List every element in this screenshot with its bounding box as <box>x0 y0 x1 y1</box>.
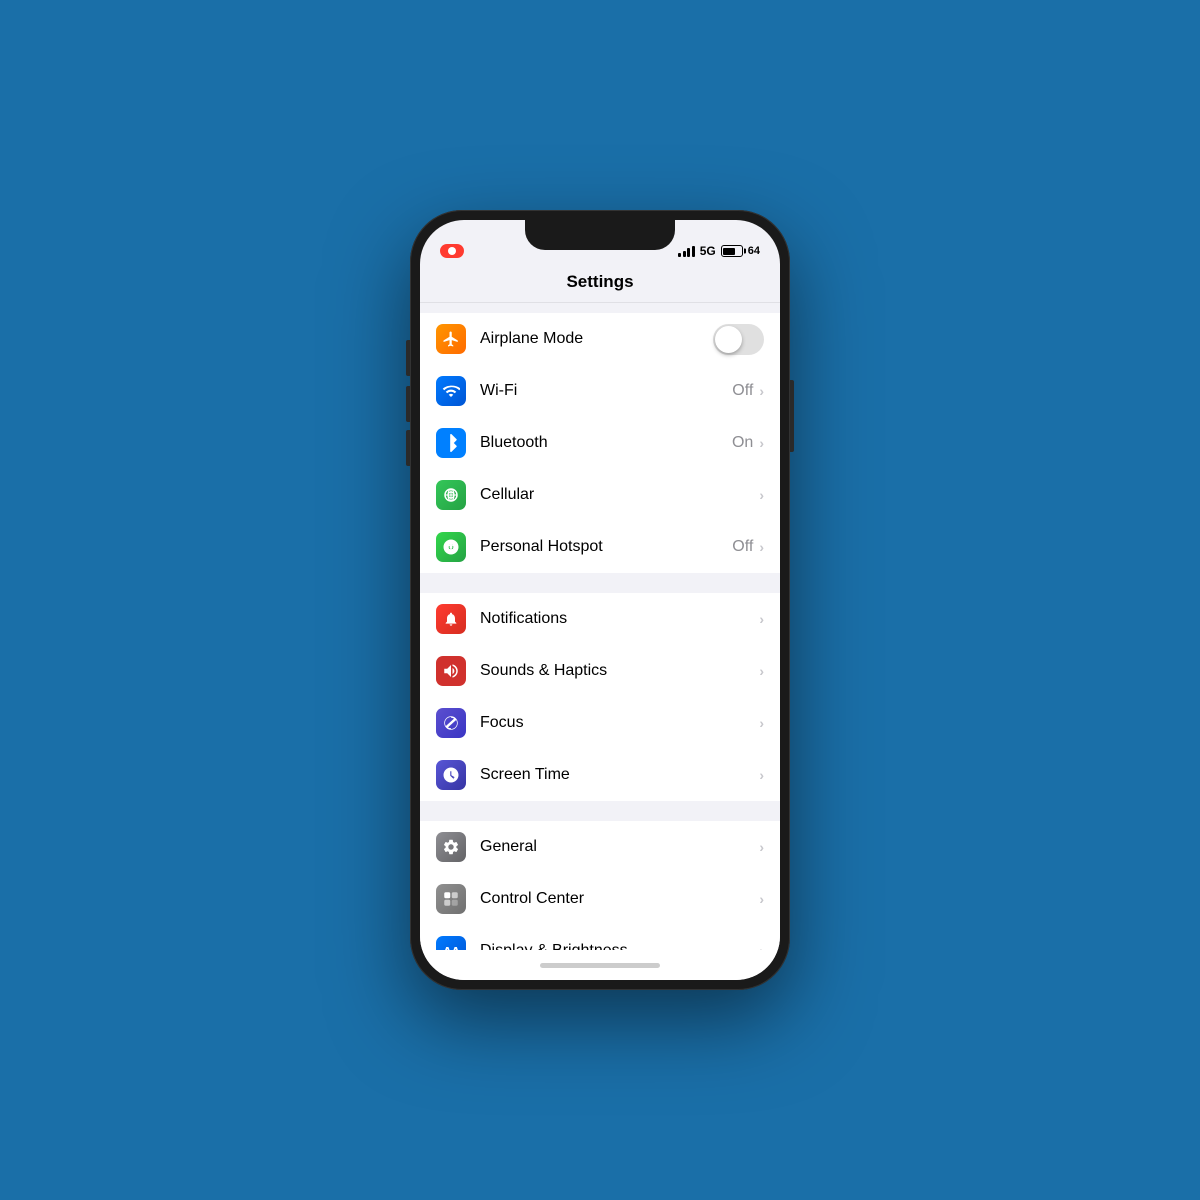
notifications-chevron: › <box>759 611 764 627</box>
battery-fill <box>723 248 735 255</box>
separator-2 <box>420 801 780 811</box>
signal-bars <box>678 246 695 257</box>
row-display-brightness[interactable]: AA Display & Brightness › <box>420 925 780 950</box>
status-right: 5G 64 <box>678 244 760 258</box>
phone-container: 5G 64 Settings <box>410 210 790 990</box>
bluetooth-chevron: › <box>759 435 764 451</box>
focus-icon <box>436 708 466 738</box>
hotspot-label: Personal Hotspot <box>480 538 732 556</box>
notifications-icon <box>436 604 466 634</box>
cellular-label: Cellular <box>480 486 759 504</box>
recording-indicator <box>440 244 464 258</box>
row-general[interactable]: General › <box>420 821 780 873</box>
hotspot-chevron: › <box>759 539 764 555</box>
sounds-label: Sounds & Haptics <box>480 662 759 680</box>
row-personal-hotspot[interactable]: Personal Hotspot Off › <box>420 521 780 573</box>
row-wifi[interactable]: Wi-Fi Off › <box>420 365 780 417</box>
control-center-icon <box>436 884 466 914</box>
notch <box>525 220 675 250</box>
row-control-center[interactable]: Control Center › <box>420 873 780 925</box>
control-center-chevron: › <box>759 891 764 907</box>
home-indicator <box>420 950 780 980</box>
wifi-chevron: › <box>759 383 764 399</box>
hotspot-value: Off <box>732 538 753 556</box>
notifications-label: Notifications <box>480 610 759 628</box>
display-chevron: › <box>759 943 764 950</box>
row-sounds-haptics[interactable]: Sounds & Haptics › <box>420 645 780 697</box>
control-center-label: Control Center <box>480 890 759 908</box>
sounds-chevron: › <box>759 663 764 679</box>
screen-time-chevron: › <box>759 767 764 783</box>
network-type: 5G <box>700 244 716 258</box>
screen-time-label: Screen Time <box>480 766 759 784</box>
row-notifications[interactable]: Notifications › <box>420 593 780 645</box>
general-label: General <box>480 838 759 856</box>
general-icon <box>436 832 466 862</box>
wifi-label: Wi-Fi <box>480 382 732 400</box>
focus-label: Focus <box>480 714 759 732</box>
focus-chevron: › <box>759 715 764 731</box>
bluetooth-label: Bluetooth <box>480 434 732 452</box>
row-airplane-mode[interactable]: Airplane Mode <box>420 313 780 365</box>
settings-scroll[interactable]: Airplane Mode Wi-Fi Off › <box>420 303 780 950</box>
toggle-thumb <box>715 326 742 353</box>
status-left <box>440 244 464 258</box>
row-cellular[interactable]: Cellular › <box>420 469 780 521</box>
airplane-mode-icon <box>436 324 466 354</box>
sounds-icon <box>436 656 466 686</box>
recording-dot <box>448 247 456 255</box>
cellular-chevron: › <box>759 487 764 503</box>
bluetooth-icon <box>436 428 466 458</box>
phone-screen: 5G 64 Settings <box>420 220 780 980</box>
separator-1 <box>420 573 780 583</box>
row-screen-time[interactable]: Screen Time › <box>420 749 780 801</box>
battery-icon <box>721 245 743 257</box>
home-bar <box>540 963 660 968</box>
cellular-icon <box>436 480 466 510</box>
wifi-icon <box>436 376 466 406</box>
hotspot-icon <box>436 532 466 562</box>
screen-time-icon <box>436 760 466 790</box>
section-connectivity: Airplane Mode Wi-Fi Off › <box>420 313 780 573</box>
battery-level: 64 <box>748 245 760 257</box>
page-title: Settings <box>566 272 633 291</box>
section-general: General › Control Center › <box>420 821 780 950</box>
display-icon: AA <box>436 936 466 950</box>
row-focus[interactable]: Focus › <box>420 697 780 749</box>
section-notifications: Notifications › Sounds & Haptics › <box>420 593 780 801</box>
airplane-mode-toggle[interactable] <box>713 324 764 355</box>
row-bluetooth[interactable]: Bluetooth On › <box>420 417 780 469</box>
general-chevron: › <box>759 839 764 855</box>
wifi-value: Off <box>732 382 753 400</box>
bluetooth-value: On <box>732 434 753 452</box>
display-label: Display & Brightness <box>480 942 759 950</box>
page-title-bar: Settings <box>420 264 780 303</box>
airplane-mode-label: Airplane Mode <box>480 330 713 348</box>
